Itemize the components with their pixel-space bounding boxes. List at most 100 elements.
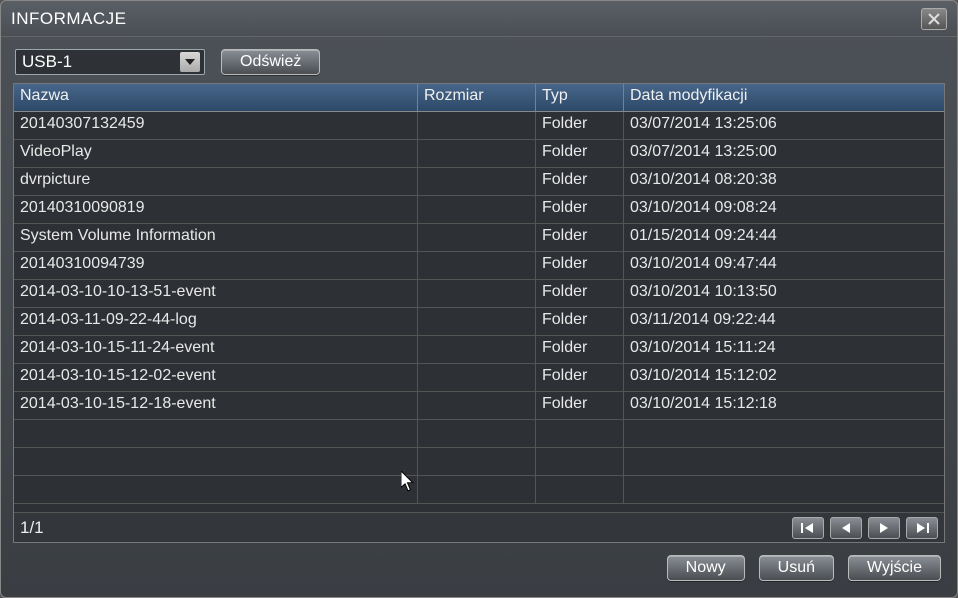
close-button[interactable]	[921, 8, 947, 30]
last-page-button[interactable]	[906, 517, 938, 539]
cell-type: Folder	[536, 336, 624, 363]
table-body: 20140307132459Folder03/07/2014 13:25:06V…	[14, 112, 944, 512]
cell-date: 03/10/2014 15:11:24	[624, 336, 944, 363]
cell-name: 20140310094739	[14, 252, 418, 279]
cell-type: Folder	[536, 168, 624, 195]
cell-type	[536, 420, 624, 447]
drive-dropdown[interactable]: USB-1	[15, 49, 205, 75]
cell-date: 03/07/2014 13:25:00	[624, 140, 944, 167]
table-row[interactable]: dvrpicture Folder03/10/2014 08:20:38	[14, 168, 944, 196]
table-row	[14, 420, 944, 448]
pagination-buttons	[792, 517, 938, 539]
cell-date: 03/10/2014 09:08:24	[624, 196, 944, 223]
cell-name: System Volume Information	[14, 224, 418, 251]
table-header: Nazwa Rozmiar Typ Data modyfikacji	[14, 84, 944, 112]
cell-name	[14, 476, 418, 503]
cell-date: 03/07/2014 13:25:06	[624, 112, 944, 139]
header-date[interactable]: Data modyfikacji	[624, 84, 944, 111]
action-buttons: Nowy Usuń Wyjście	[13, 543, 945, 581]
cell-size	[418, 196, 536, 223]
last-page-icon	[915, 522, 929, 534]
cell-type: Folder	[536, 308, 624, 335]
table-row[interactable]: System Volume Information Folder01/15/201…	[14, 224, 944, 252]
exit-button[interactable]: Wyjście	[848, 555, 941, 581]
panel: USB-1 Odśwież Nazwa Rozmiar Typ Data mod…	[13, 47, 945, 581]
cell-size	[418, 140, 536, 167]
page-indicator: 1/1	[20, 518, 44, 538]
prev-page-icon	[840, 522, 852, 534]
cell-name: 2014-03-10-10-13-51-event	[14, 280, 418, 307]
cell-type: Folder	[536, 224, 624, 251]
refresh-button[interactable]: Odśwież	[221, 49, 320, 75]
table-footer: 1/1	[14, 512, 944, 542]
titlebar: INFORMACJE	[1, 1, 957, 37]
cell-name: 20140310090819	[14, 196, 418, 223]
cell-type	[536, 448, 624, 475]
table-row[interactable]: 20140310094739Folder03/10/2014 09:47:44	[14, 252, 944, 280]
cell-date: 03/10/2014 08:20:38	[624, 168, 944, 195]
header-type[interactable]: Typ	[536, 84, 624, 111]
delete-button[interactable]: Usuń	[759, 555, 834, 581]
toolbar: USB-1 Odśwież	[13, 47, 945, 83]
cell-size	[418, 392, 536, 419]
cell-size	[418, 476, 536, 503]
next-page-button[interactable]	[868, 517, 900, 539]
cell-name: 2014-03-10-15-12-18-event	[14, 392, 418, 419]
cell-date: 03/11/2014 09:22:44	[624, 308, 944, 335]
cell-type	[536, 476, 624, 503]
cell-type: Folder	[536, 196, 624, 223]
cell-size	[418, 364, 536, 391]
cell-type: Folder	[536, 280, 624, 307]
cell-type: Folder	[536, 392, 624, 419]
cell-name	[14, 448, 418, 475]
file-table: Nazwa Rozmiar Typ Data modyfikacji 20140…	[13, 83, 945, 543]
file-info-window: INFORMACJE USB-1 Odśwież	[0, 0, 958, 598]
cell-size	[418, 336, 536, 363]
drive-dropdown-value: USB-1	[22, 52, 72, 72]
cell-name	[14, 420, 418, 447]
cell-size	[418, 112, 536, 139]
first-page-button[interactable]	[792, 517, 824, 539]
cell-name: 20140307132459	[14, 112, 418, 139]
cell-date: 03/10/2014 10:13:50	[624, 280, 944, 307]
window-title: INFORMACJE	[11, 9, 127, 29]
cell-date	[624, 448, 944, 475]
table-row[interactable]: 2014-03-10-15-12-18-event Folder03/10/201…	[14, 392, 944, 420]
first-page-icon	[801, 522, 815, 534]
cell-date: 01/15/2014 09:24:44	[624, 224, 944, 251]
cell-date: 03/10/2014 15:12:18	[624, 392, 944, 419]
cell-name: 2014-03-10-15-12-02-event	[14, 364, 418, 391]
prev-page-button[interactable]	[830, 517, 862, 539]
cell-name: VideoPlay	[14, 140, 418, 167]
header-size[interactable]: Rozmiar	[418, 84, 536, 111]
new-button-label: Nowy	[686, 559, 726, 577]
table-row[interactable]: 20140310090819 Folder03/10/2014 09:08:24	[14, 196, 944, 224]
header-name[interactable]: Nazwa	[14, 84, 418, 111]
table-row	[14, 448, 944, 476]
cell-size	[418, 168, 536, 195]
cell-date	[624, 420, 944, 447]
cell-name: dvrpicture	[14, 168, 418, 195]
table-row[interactable]: 2014-03-10-10-13-51-event Folder03/10/201…	[14, 280, 944, 308]
cell-type: Folder	[536, 112, 624, 139]
cell-size	[418, 252, 536, 279]
cell-type: Folder	[536, 140, 624, 167]
cell-date	[624, 476, 944, 503]
new-button[interactable]: Nowy	[667, 555, 745, 581]
table-row[interactable]: VideoPlay Folder03/07/2014 13:25:00	[14, 140, 944, 168]
table-row[interactable]: 20140307132459 Folder03/07/2014 13:25:06	[14, 112, 944, 140]
cell-size	[418, 224, 536, 251]
cell-size	[418, 280, 536, 307]
table-row[interactable]: 2014-03-11-09-22-44-logFolder03/11/2014 …	[14, 308, 944, 336]
cell-size	[418, 308, 536, 335]
table-row[interactable]: 2014-03-10-15-11-24-eventFolder03/10/201…	[14, 336, 944, 364]
close-icon	[928, 13, 940, 25]
table-row	[14, 476, 944, 504]
chevron-down-icon	[180, 52, 200, 72]
cell-date: 03/10/2014 15:12:02	[624, 364, 944, 391]
cell-date: 03/10/2014 09:47:44	[624, 252, 944, 279]
cell-type: Folder	[536, 364, 624, 391]
content-area: USB-1 Odśwież Nazwa Rozmiar Typ Data mod…	[1, 37, 957, 597]
cell-size	[418, 448, 536, 475]
table-row[interactable]: 2014-03-10-15-12-02-event Folder03/10/201…	[14, 364, 944, 392]
